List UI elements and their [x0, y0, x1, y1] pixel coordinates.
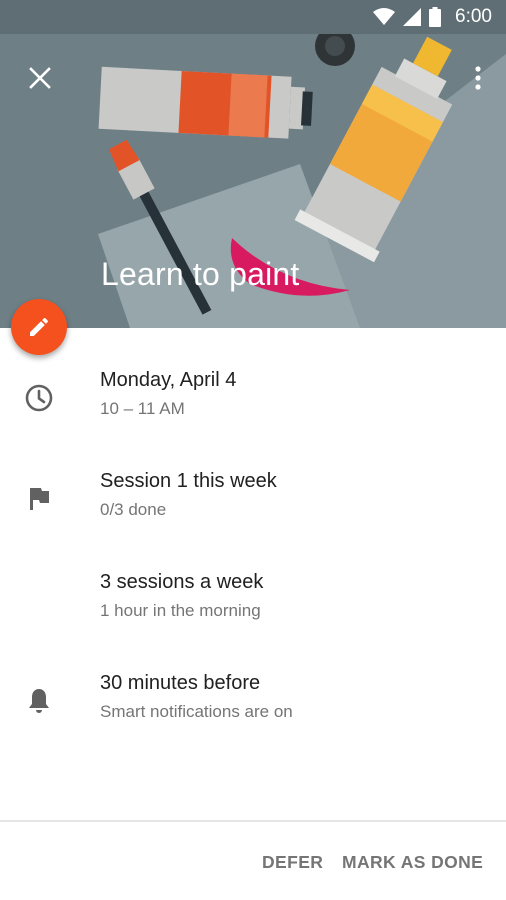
- reminder-title: 30 minutes before: [100, 672, 261, 694]
- frequency-title: 3 sessions a week: [100, 571, 264, 593]
- detail-row-frequency[interactable]: 3 sessions a week 1 hour in the morning: [0, 571, 506, 651]
- bottom-action-bar: DEFER MARK AS DONE: [0, 822, 506, 900]
- status-time: 6:00: [455, 6, 492, 27]
- edit-pencil-icon: [30, 317, 49, 336]
- signal-icon: [403, 8, 422, 26]
- mark-as-done-button[interactable]: MARK AS DONE: [342, 852, 483, 873]
- battery-icon: [429, 7, 442, 27]
- session-progress: 0/3 done: [100, 500, 167, 519]
- page-title: Learn to paint: [101, 256, 300, 292]
- flag-icon: [24, 484, 54, 514]
- event-time: 10 – 11 AM: [100, 399, 185, 418]
- clock-icon: [24, 383, 54, 413]
- detail-row-session[interactable]: Session 1 this week 0/3 done: [0, 470, 506, 550]
- edit-fab-button[interactable]: [11, 299, 67, 355]
- defer-button[interactable]: DEFER: [262, 852, 323, 873]
- session-title: Session 1 this week: [100, 470, 277, 492]
- frequency-detail: 1 hour in the morning: [100, 601, 261, 620]
- more-options-button[interactable]: [464, 60, 492, 96]
- wifi-icon: [373, 8, 396, 26]
- bell-icon: [24, 686, 54, 716]
- reminder-detail: Smart notifications are on: [100, 702, 293, 721]
- close-icon: [29, 67, 51, 89]
- more-vert-icon: [475, 66, 481, 90]
- close-button[interactable]: [22, 60, 58, 96]
- hero-header: Learn to paint: [0, 34, 506, 328]
- event-date: Monday, April 4: [100, 369, 237, 391]
- detail-row-date[interactable]: Monday, April 4 10 – 11 AM: [0, 369, 506, 449]
- detail-row-reminder[interactable]: 30 minutes before Smart notifications ar…: [0, 672, 506, 752]
- status-bar: 6:00: [0, 0, 506, 34]
